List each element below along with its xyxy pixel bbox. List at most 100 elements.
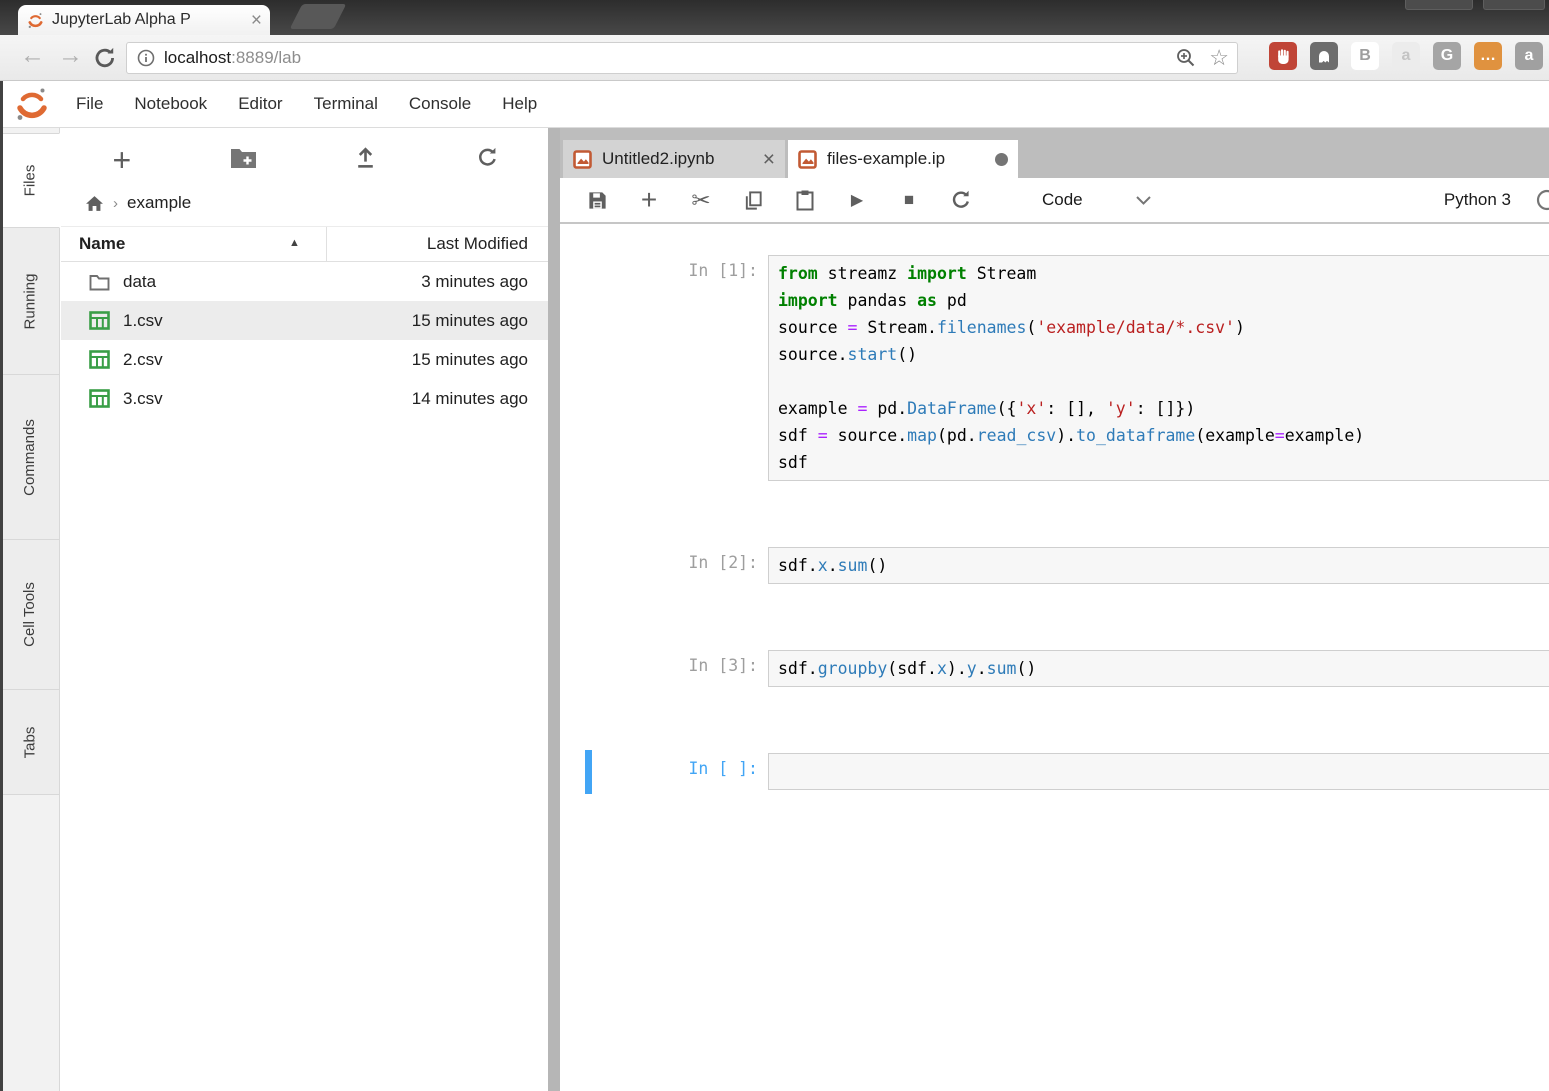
dock-tabbar: Untitled2.ipynb × files-example.ip <box>560 128 1549 178</box>
notebook-cell[interactable]: In [3]: sdf.groupby(sdf.x).y.sum() <box>560 650 1549 687</box>
file-row[interactable]: 1.csv15 minutes ago <box>61 301 548 340</box>
menu-notebook[interactable]: Notebook <box>134 94 207 114</box>
sidebar-tab-label: Files <box>21 165 38 197</box>
copy-icon[interactable] <box>738 190 768 211</box>
sidebar-tab-label: Running <box>21 273 38 329</box>
forward-icon[interactable]: → <box>58 41 83 70</box>
ghost-icon[interactable] <box>1310 42 1338 70</box>
sidebar-tab-label: Tabs <box>21 726 38 758</box>
code-line: sdf.groupby(sdf.x).y.sum() <box>778 655 1549 682</box>
cell-type-select[interactable]: Code <box>1042 190 1083 210</box>
csv-file-icon <box>89 311 111 330</box>
back-icon[interactable]: ← <box>20 41 45 70</box>
letter-b-icon[interactable]: B <box>1351 42 1379 70</box>
cell-prompt: In [3]: <box>660 656 758 675</box>
address-bar[interactable]: localhost:8889/lab ☆ <box>126 42 1238 74</box>
menu-help[interactable]: Help <box>502 94 537 114</box>
folder-icon <box>89 273 111 291</box>
dock-tab-label: Untitled2.ipynb <box>602 149 714 169</box>
file-name: data <box>123 272 421 292</box>
menubar: File Notebook Editor Terminal Console Help <box>0 81 1549 128</box>
code-line: source.start() <box>778 341 1549 368</box>
sidebar-tab-commands[interactable]: Commands <box>0 374 60 540</box>
notebook-content: In [1]:from streamz import Streamimport … <box>560 224 1549 1091</box>
dirty-indicator <box>995 153 1008 166</box>
menu-terminal[interactable]: Terminal <box>314 94 378 114</box>
file-list: data3 minutes ago1.csv15 minutes ago2.cs… <box>61 262 548 418</box>
cell-input[interactable]: sdf.groupby(sdf.x).y.sum() <box>768 650 1549 687</box>
panel-divider[interactable] <box>548 128 560 1091</box>
notebook-cell[interactable]: In [2]: sdf.x.sum() <box>560 547 1549 584</box>
new-tab-button[interactable] <box>290 4 347 29</box>
code-line: source = Stream.filenames('example/data/… <box>778 314 1549 341</box>
file-name: 2.csv <box>123 350 412 370</box>
tab-close-icon[interactable]: × <box>251 11 262 30</box>
window-edge <box>0 81 3 1091</box>
home-icon[interactable] <box>85 195 104 212</box>
sidebar-tab-files[interactable]: Files <box>0 133 60 228</box>
dock-tab-label: files-example.ip <box>827 149 945 169</box>
sidebar-tab-tabs[interactable]: Tabs <box>0 689 60 795</box>
letter-a-faded-icon[interactable]: a <box>1392 42 1420 70</box>
sidebar-tab-running[interactable]: Running <box>0 227 60 375</box>
sidebar-tab-cell-tools[interactable]: Cell Tools <box>0 539 60 690</box>
cell-input[interactable]: from streamz import Streamimport pandas … <box>768 255 1549 481</box>
ellipsis-icon[interactable]: … <box>1474 42 1502 70</box>
menu-editor[interactable]: Editor <box>238 94 282 114</box>
window-control[interactable] <box>1483 0 1545 10</box>
breadcrumb-current[interactable]: example <box>127 193 191 213</box>
menu-console[interactable]: Console <box>409 94 471 114</box>
code-line: sdf <box>778 449 1549 476</box>
info-icon[interactable] <box>137 49 155 67</box>
jupyter-favicon <box>26 11 45 30</box>
stop-icon[interactable]: ■ <box>894 190 924 210</box>
sort-asc-icon[interactable]: ▲ <box>289 237 300 249</box>
screen: JupyterLab Alpha P × ← → localhost:8889/… <box>0 0 1549 1091</box>
menu-file[interactable]: File <box>76 94 103 114</box>
stop-hand-icon[interactable] <box>1269 42 1297 70</box>
file-list-header: Name ▲ Last Modified <box>61 226 548 262</box>
browser-toolbar: ← → localhost:8889/lab ☆ BaG…a <box>0 35 1549 81</box>
dock-tab[interactable]: Untitled2.ipynb × <box>563 140 785 178</box>
upload-icon[interactable] <box>343 145 387 175</box>
tab-close-icon[interactable]: × <box>763 149 775 170</box>
add-cell-icon[interactable]: + <box>634 184 664 216</box>
column-modified[interactable]: Last Modified <box>427 234 528 254</box>
workspace: FilesRunningCommandsCell ToolsTabs + › <box>0 128 1549 1091</box>
dock-tab[interactable]: files-example.ip <box>788 140 1018 178</box>
letter-a-icon[interactable]: a <box>1515 42 1543 70</box>
cut-icon[interactable]: ✂ <box>686 187 716 214</box>
kernel-name: Python 3 <box>1444 190 1511 210</box>
window-control[interactable] <box>1405 0 1473 10</box>
letter-g-icon[interactable]: G <box>1433 42 1461 70</box>
restart-icon[interactable] <box>946 188 976 212</box>
reload-icon[interactable] <box>92 45 118 76</box>
file-row[interactable]: 2.csv15 minutes ago <box>61 340 548 379</box>
cell-input[interactable]: sdf.x.sum() <box>768 547 1549 584</box>
active-cell-indicator <box>585 750 592 794</box>
file-row[interactable]: data3 minutes ago <box>61 262 548 301</box>
cell-prompt: In [ ]: <box>660 759 758 778</box>
chevron-down-icon[interactable] <box>1135 195 1152 206</box>
column-name[interactable]: Name <box>79 234 125 254</box>
cell-prompt: In [2]: <box>660 553 758 572</box>
code-line: import pandas as pd <box>778 287 1549 314</box>
cell-input[interactable] <box>768 753 1549 790</box>
browser-tab[interactable]: JupyterLab Alpha P × <box>18 5 270 35</box>
kernel-indicator[interactable]: Python 3 <box>1444 188 1549 212</box>
zoom-icon[interactable] <box>1175 47 1197 69</box>
refresh-icon[interactable] <box>465 145 509 175</box>
notebook-cell[interactable]: In [ ]: <box>560 753 1549 790</box>
new-folder-icon[interactable] <box>222 146 266 174</box>
notebook-cell[interactable]: In [1]:from streamz import Streamimport … <box>560 255 1549 481</box>
new-launcher-icon[interactable]: + <box>100 144 144 176</box>
file-row[interactable]: 3.csv14 minutes ago <box>61 379 548 418</box>
extension-icons: BaG…a <box>1269 42 1543 70</box>
star-icon[interactable]: ☆ <box>1209 47 1229 69</box>
sidebar-tab-label: Cell Tools <box>21 582 38 647</box>
run-icon[interactable]: ▶ <box>842 190 872 210</box>
save-icon[interactable] <box>582 190 612 211</box>
file-modified: 14 minutes ago <box>412 389 528 409</box>
code-line: example = pd.DataFrame({'x': [], 'y': []… <box>778 395 1549 422</box>
paste-icon[interactable] <box>790 189 820 211</box>
